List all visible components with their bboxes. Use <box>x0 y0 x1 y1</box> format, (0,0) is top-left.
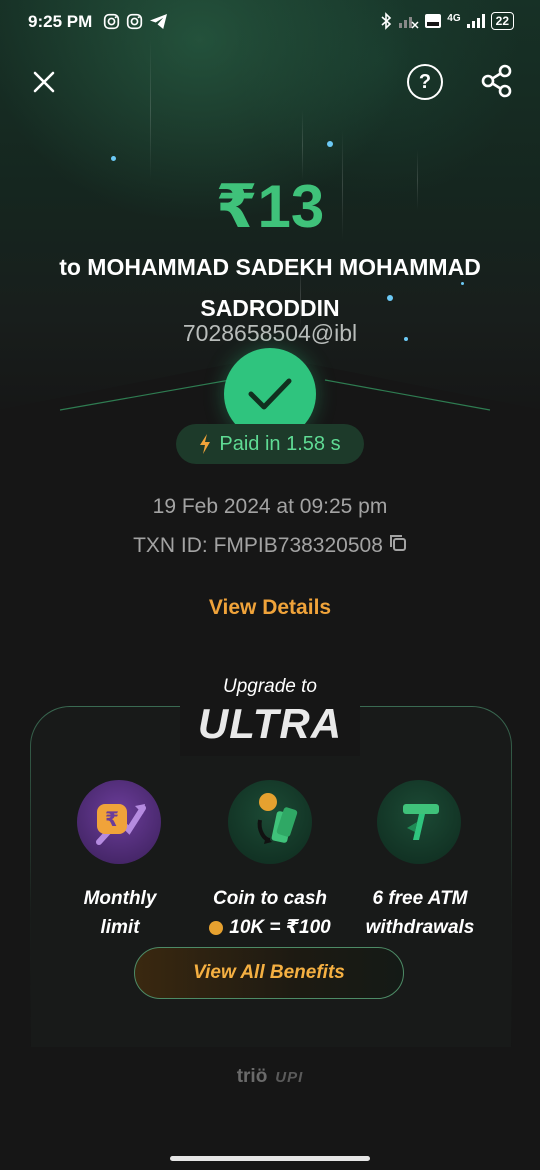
payment-success-screen: 9:25 PM 4G 22 ? ₹13 to MOHAMMAD SADEKH M… <box>0 0 540 1170</box>
coin-icon <box>209 920 224 935</box>
atm-withdrawal-icon <box>377 780 461 864</box>
lightning-icon <box>200 434 211 454</box>
benefit-atm-withdrawals: 6 free ATM withdrawals <box>365 888 475 938</box>
payee-name: to MOHAMMAD SADEKH MOHAMMAD SADRODDIN <box>59 254 481 321</box>
svg-text:₹: ₹ <box>105 807 119 831</box>
signal-off-icon <box>399 17 419 29</box>
instagram-icon <box>126 13 143 30</box>
payee-upi-id: 7028658504@ibl <box>182 320 358 346</box>
coin-to-cash-icon <box>228 780 312 864</box>
share-icon <box>481 64 512 98</box>
system-icons: 4G 22 <box>380 12 514 30</box>
upi-logo: UPI <box>275 1068 304 1086</box>
ultra-tier-title: ULTRA <box>197 700 343 747</box>
upgrade-heading: Upgrade to <box>222 676 317 697</box>
view-details-link[interactable]: View Details <box>0 596 540 620</box>
close-button[interactable] <box>26 64 62 100</box>
battery-indicator: 22 <box>490 12 514 30</box>
close-icon <box>33 71 55 93</box>
signal-icon <box>466 14 485 28</box>
help-button[interactable]: ? <box>407 64 443 100</box>
telegram-icon <box>150 13 167 30</box>
network-type: 4G <box>447 12 461 24</box>
payment-amount: ₹13 <box>215 173 325 240</box>
rupee-limit-icon: ₹ <box>77 780 161 864</box>
sparkle-dot <box>111 156 116 161</box>
brand-footer: triö UPI <box>0 1066 540 1088</box>
benefit-coin-to-cash: Coin to cash 10K = ₹100 <box>190 884 350 942</box>
instagram-icon <box>103 13 120 30</box>
transaction-id-row: TXN ID: FMPIB738320508 <box>0 534 540 558</box>
copy-icon <box>389 535 406 551</box>
transaction-id: TXN ID: FMPIB738320508 <box>133 534 383 557</box>
benefit-monthly-limit: Monthly limit <box>83 888 157 938</box>
checkmark-icon <box>248 378 292 410</box>
home-indicator[interactable] <box>170 1156 370 1161</box>
trio-logo: triö <box>236 1066 268 1087</box>
sparkle-dot <box>327 141 333 147</box>
volte-icon <box>425 14 442 28</box>
help-icon: ? <box>418 70 432 93</box>
view-all-benefits-button[interactable]: View All Benefits <box>134 947 404 999</box>
copy-button[interactable] <box>389 534 407 558</box>
paid-duration-text: Paid in 1.58 s <box>219 432 341 455</box>
light-streak <box>302 110 303 180</box>
notification-icons <box>103 13 168 30</box>
status-bar: 9:25 PM 4G 22 <box>0 0 540 46</box>
paid-duration-pill: Paid in 1.58 s <box>176 424 364 464</box>
bluetooth-icon <box>381 12 392 30</box>
status-time: 9:25 PM <box>28 12 93 31</box>
transaction-date: 19 Feb 2024 at 09:25 pm <box>152 495 388 518</box>
share-button[interactable] <box>478 62 516 100</box>
light-streak <box>150 40 151 180</box>
